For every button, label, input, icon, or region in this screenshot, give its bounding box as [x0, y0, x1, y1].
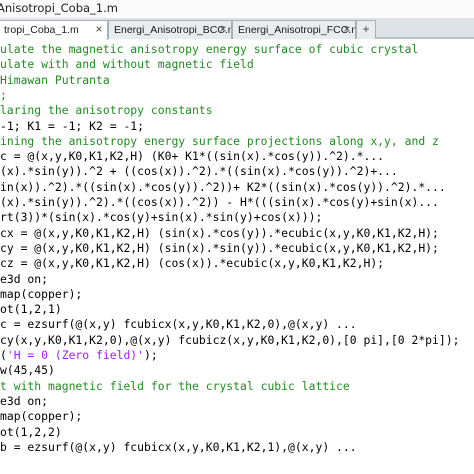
- code-text: cx = @(x,y,K0,K1,K2,H) (sin(x).*cos(y)).…: [0, 225, 439, 240]
- close-icon[interactable]: ×: [217, 23, 229, 35]
- tab-energi-anisotropi-fcc[interactable]: Energi_Anisotropi_FCC.m ×: [232, 20, 356, 39]
- code-line[interactable]: c = @(x,y,K0,K1,K2,H) (K0+ K1*((sin(x).*…: [0, 149, 384, 164]
- tab-label: Energi_Anisotropi_BCC.m: [114, 24, 232, 36]
- code-line[interactable]: -1; K1 = -1; K2 = -1;: [0, 119, 144, 134]
- code-string: 'H = 0 (Zero field)': [6, 348, 145, 362]
- code-line[interactable]: ot(1,2,2): [0, 425, 62, 440]
- close-icon[interactable]: ×: [341, 23, 353, 35]
- code-text: c = ezsurf(@(x,y) fcubicx(x,y,K0,K1,K2,0…: [0, 317, 357, 332]
- code-line[interactable]: cy(x,y,K0,K1,K2,0),@(x,y) fcubicz(x,y,K0…: [0, 333, 459, 348]
- tab-energi-anisotropi-bcc[interactable]: Energi_Anisotropi_BCC.m ×: [108, 20, 232, 39]
- code-comment: laring the anisotropy constants: [0, 103, 213, 118]
- code-text: cz = @(x,y,K0,K1,K2,H) (cos(x)).*ecubic(…: [0, 256, 385, 271]
- code-comment: ulate the magnetic anisotropy energy sur…: [0, 42, 419, 56]
- code-line[interactable]: ulate with and without magnetic field: [0, 57, 254, 72]
- code-text: ot(1,2,2): [0, 424, 62, 439]
- code-line[interactable]: e3d on;: [0, 272, 48, 287]
- code-text: b = ezsurf(@(x,y) fcubicx(x,y,K0,K1,K2,1…: [0, 439, 357, 454]
- plus-icon: +: [362, 22, 370, 36]
- code-text: w(45,45): [0, 363, 55, 378]
- window-title: Anisotropi_Coba_1.m: [0, 1, 118, 15]
- code-text: (x).*sin(y)).^2 + ((cos(x)).^2).*((sin(x…: [0, 164, 398, 179]
- code-comment: ulate with and without magnetic field: [0, 57, 254, 72]
- code-line[interactable]: cz = @(x,y,K0,K1,K2,H) (cos(x)).*ecubic(…: [0, 256, 384, 271]
- editor-tab-bar: tropi_Coba_1.m × Energi_Anisotropi_BCC.m…: [0, 18, 474, 40]
- code-text: cy = @(x,y,K0,K1,K2,H) (sin(x).*sin(y)).…: [0, 240, 439, 255]
- code-line[interactable]: ot(1,2,1): [0, 302, 62, 317]
- code-line[interactable]: cx = @(x,y,K0,K1,K2,H) (sin(x).*cos(y)).…: [0, 226, 439, 241]
- code-line[interactable]: b = ezsurf(@(x,y) fcubicx(x,y,K0,K1,K2,1…: [0, 440, 357, 455]
- code-line[interactable]: rt(3))*(sin(x).*cos(y)+sin(x).*sin(y)+co…: [0, 210, 322, 225]
- code-text: (x).*sin(y)).^2).*((cos(x)).^2)) - H*(((…: [0, 195, 439, 209]
- code-line[interactable]: ('H = 0 (Zero field)');: [0, 348, 158, 363]
- code-line[interactable]: ulate the magnetic anisotropy energy sur…: [0, 42, 418, 57]
- code-line[interactable]: e3d on;: [0, 394, 48, 409]
- code-text: );: [144, 348, 158, 362]
- code-text: e3d on;: [0, 271, 49, 286]
- code-text: rt(3))*(sin(x).*cos(y)+sin(x).*sin(y)+co…: [0, 210, 323, 225]
- code-line[interactable]: map(copper);: [0, 287, 82, 302]
- close-icon[interactable]: ×: [93, 23, 105, 35]
- code-line[interactable]: (x).*sin(y)).^2 + ((cos(x)).^2).*((sin(x…: [0, 164, 398, 179]
- code-line[interactable]: laring the anisotropy constants: [0, 103, 213, 118]
- tab-anisotropi-coba-1[interactable]: tropi_Coba_1.m ×: [0, 20, 108, 40]
- code-text: map(copper);: [0, 286, 83, 301]
- new-tab-button[interactable]: +: [356, 20, 376, 39]
- code-text: -1; K1 = -1; K2 = -1;: [0, 118, 145, 133]
- code-text: ot(1,2,1): [0, 302, 62, 317]
- code-line[interactable]: (x).*sin(y)).^2).*((cos(x)).^2)) - H*(((…: [0, 195, 439, 210]
- code-line[interactable]: Himawan Putranta: [0, 73, 110, 88]
- code-text: c = @(x,y,K0,K1,K2,H) (K0+ K1*((sin(x).*…: [0, 149, 385, 164]
- code-line[interactable]: w(45,45): [0, 363, 55, 378]
- code-line[interactable]: in(x)).^2).*((sin(x).*cos(y)).^2))+ K2*(…: [0, 180, 446, 195]
- code-comment: t with magnetic field for the crystal cu…: [0, 378, 350, 393]
- code-comment: ;: [0, 87, 7, 102]
- code-line[interactable]: ;: [0, 88, 7, 103]
- tab-label: Energi_Anisotropi_FCC.m: [238, 24, 356, 36]
- code-text: cy(x,y,K0,K1,K2,0),@(x,y) fcubicz(x,y,K0…: [0, 332, 460, 347]
- code-text: in(x)).^2).*((sin(x).*cos(y)).^2))+ K2*(…: [0, 179, 446, 194]
- code-text: map(copper);: [0, 409, 83, 424]
- code-line[interactable]: ining the anisotropy energy surface proj…: [0, 134, 439, 149]
- tab-label: tropi_Coba_1.m: [4, 24, 79, 36]
- code-line[interactable]: cy = @(x,y,K0,K1,K2,H) (sin(x).*sin(y)).…: [0, 241, 439, 256]
- code-text: e3d on;: [0, 393, 49, 408]
- code-line[interactable]: c = ezsurf(@(x,y) fcubicx(x,y,K0,K1,K2,0…: [0, 317, 357, 332]
- code-line[interactable]: t with magnetic field for the crystal cu…: [0, 379, 350, 394]
- code-comment: ining the anisotropy energy surface proj…: [0, 133, 439, 148]
- code-text: (: [0, 348, 7, 362]
- code-editor[interactable]: ulate the magnetic anisotropy energy sur…: [0, 40, 474, 474]
- window-title-bar: Anisotropi_Coba_1.m: [0, 0, 474, 18]
- code-line[interactable]: map(copper);: [0, 409, 82, 424]
- code-comment: Himawan Putranta: [0, 72, 110, 87]
